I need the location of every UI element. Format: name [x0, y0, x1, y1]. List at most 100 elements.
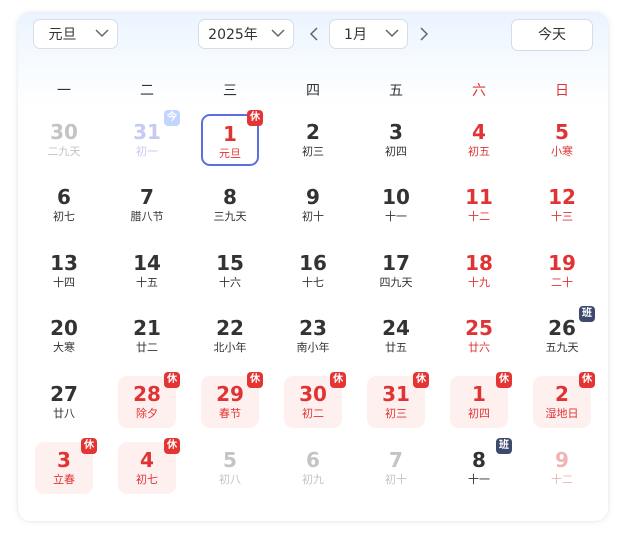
lunar-date: 初一: [136, 145, 158, 158]
lunar-date: 廿二: [136, 341, 158, 354]
lunar-date: 初四: [385, 145, 407, 158]
day-cell[interactable]: 20 大寒: [35, 310, 93, 362]
day-cell[interactable]: 7 初十: [367, 442, 425, 494]
lunar-date: 初九: [302, 473, 324, 486]
lunar-date: 初七: [136, 473, 158, 486]
day-cell[interactable]: 1 元旦休: [201, 110, 263, 166]
lunar-date: 十六: [219, 276, 241, 289]
lunar-date: 初四: [468, 407, 490, 420]
day-number: 7: [389, 448, 403, 472]
month-select-value: 1月: [344, 27, 367, 43]
day-cell[interactable]: 23 南小年: [284, 310, 342, 362]
lunar-date: 三九天: [213, 210, 247, 223]
day-number: 25: [465, 316, 493, 340]
chevron-down-icon: [381, 19, 407, 49]
day-number: 12: [548, 185, 576, 209]
day-cell[interactable]: 6 初七: [35, 179, 93, 231]
today-button[interactable]: 今天: [511, 19, 593, 51]
day-cell[interactable]: 17 四九天: [367, 245, 425, 297]
day-cell[interactable]: 22 北小年: [201, 310, 259, 362]
day-cell[interactable]: 18 十九: [450, 245, 508, 297]
month-select[interactable]: 1月: [329, 19, 408, 49]
day-cell[interactable]: 12 十三: [533, 179, 591, 231]
day-cell[interactable]: 5 初八: [201, 442, 259, 494]
day-cell[interactable]: 8 十一班: [450, 438, 512, 494]
lunar-date: 二九天: [47, 145, 81, 158]
today-badge: 今: [164, 110, 180, 126]
rest-day-badge: 休: [81, 438, 97, 454]
day-cell[interactable]: 19 二十: [533, 245, 591, 297]
day-number: 15: [216, 251, 244, 275]
lunar-date: 十一: [468, 473, 490, 486]
day-cell[interactable]: 9 十二: [533, 442, 591, 494]
day-cell[interactable]: 25 廿六: [450, 310, 508, 362]
day-cell[interactable]: 4 初五: [450, 114, 508, 166]
day-cell[interactable]: 1 初四休: [450, 372, 512, 428]
lunar-date: 腊八节: [130, 210, 164, 223]
day-cell[interactable]: 16 十七: [284, 245, 342, 297]
lunar-date: 十二: [551, 473, 573, 486]
year-select[interactable]: 2025年: [198, 19, 294, 49]
lunar-date: 十五: [136, 276, 158, 289]
lunar-date: 十二: [468, 210, 490, 223]
day-cell[interactable]: 3 初四: [367, 114, 425, 166]
lunar-date: 廿八: [53, 407, 75, 420]
day-cell[interactable]: 29 春节休: [201, 372, 263, 428]
day-cell[interactable]: 30 二九天: [35, 114, 93, 166]
day-cell[interactable]: 9 初十: [284, 179, 342, 231]
day-number: 13: [50, 251, 78, 275]
day-number: 4: [472, 120, 486, 144]
lunar-date: 大寒: [53, 341, 75, 354]
day-number: 20: [50, 316, 78, 340]
day-number: 11: [465, 185, 493, 209]
lunar-date: 初七: [53, 210, 75, 223]
lunar-date: 初十: [302, 210, 324, 223]
day-cell[interactable]: 24 廿五: [367, 310, 425, 362]
day-cell[interactable]: 31 初一今: [118, 110, 180, 166]
day-cell[interactable]: 31 初三休: [367, 372, 429, 428]
day-cell[interactable]: 14 十五: [118, 245, 176, 297]
holiday-select-value: 元旦: [48, 27, 77, 43]
day-cell[interactable]: 13 十四: [35, 245, 93, 297]
day-cell[interactable]: 11 十二: [450, 179, 508, 231]
day-number: 3: [389, 120, 403, 144]
lunar-date: 廿六: [468, 341, 490, 354]
day-cell[interactable]: 8 三九天: [201, 179, 259, 231]
day-number: 14: [133, 251, 161, 275]
day-cell[interactable]: 21 廿二: [118, 310, 176, 362]
chevron-down-icon: [267, 19, 293, 49]
day-cell[interactable]: 27 廿八: [35, 376, 93, 428]
weekday-label: 五: [389, 83, 403, 99]
lunar-date: 立春: [53, 473, 75, 486]
lunar-date: 元旦: [219, 147, 241, 160]
day-cell[interactable]: 28 除夕休: [118, 372, 180, 428]
rest-day-badge: 休: [496, 372, 512, 388]
day-cell[interactable]: 5 小寒: [533, 114, 591, 166]
lunar-date: 四九天: [379, 276, 413, 289]
prev-month-button[interactable]: [307, 26, 321, 42]
day-number: 2: [306, 120, 320, 144]
day-cell[interactable]: 30 初二休: [284, 372, 346, 428]
day-number: 9: [555, 448, 569, 472]
day-cell[interactable]: 3 立春休: [35, 438, 97, 494]
lunar-date: 除夕: [136, 407, 158, 420]
workday-badge: 班: [496, 438, 512, 454]
chevron-right-icon: [420, 27, 429, 41]
day-number: 18: [465, 251, 493, 275]
day-cell[interactable]: 2 湿地日休: [533, 372, 595, 428]
lunar-date: 春节: [219, 407, 241, 420]
holiday-select[interactable]: 元旦: [33, 19, 118, 49]
lunar-date: 初八: [219, 473, 241, 486]
day-cell[interactable]: 4 初七休: [118, 438, 180, 494]
rest-day-badge: 休: [330, 372, 346, 388]
day-cell[interactable]: 10 十一: [367, 179, 425, 231]
day-cell[interactable]: 15 十六: [201, 245, 259, 297]
day-number: 10: [382, 185, 410, 209]
next-month-button[interactable]: [417, 26, 431, 42]
day-cell[interactable]: 2 初三: [284, 114, 342, 166]
day-cell[interactable]: 6 初九: [284, 442, 342, 494]
day-cell[interactable]: 26 五九天班: [533, 306, 595, 362]
day-number: 16: [299, 251, 327, 275]
day-cell[interactable]: 7 腊八节: [118, 179, 176, 231]
day-number: 6: [306, 448, 320, 472]
